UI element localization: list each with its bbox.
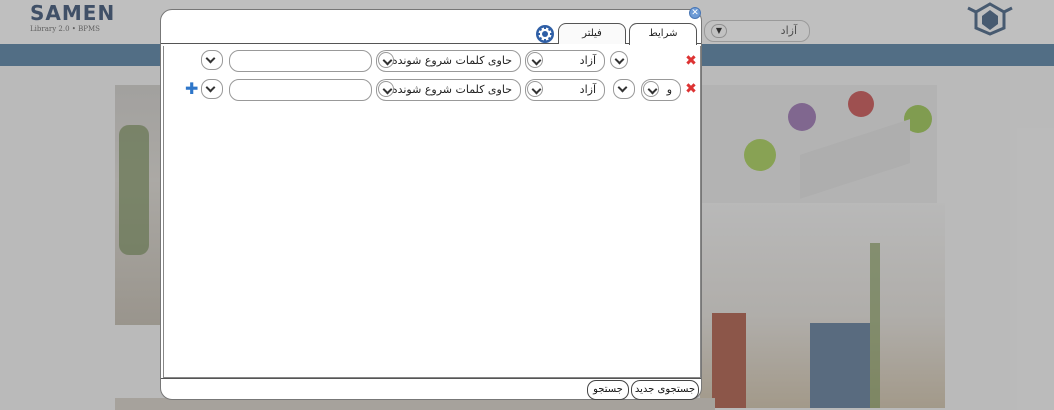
- advanced-search-dialog: شرایط فیلتر ✖ آزاد حاوی کلمات شروع شونده…: [160, 9, 702, 400]
- condition-row: ✖ آزاد حاوی کلمات شروع شونده با: [164, 50, 702, 74]
- value-options-select[interactable]: [201, 50, 223, 70]
- open-parenthesis-select[interactable]: [613, 79, 635, 99]
- chevron-down-icon: [527, 81, 543, 97]
- scope-select[interactable]: آزاد: [525, 50, 605, 72]
- condition-row: ✖ و آزاد حاوی کلمات شروع شونده با ✚: [164, 79, 702, 103]
- chevron-down-icon: [643, 81, 659, 97]
- scope-value: آزاد: [579, 54, 596, 67]
- operator-select[interactable]: حاوی کلمات شروع شونده با: [376, 50, 521, 72]
- operator-select[interactable]: حاوی کلمات شروع شونده با: [376, 79, 521, 101]
- value-options-select[interactable]: [201, 79, 223, 99]
- dialog-footer: جستجوی جدید جستجو: [161, 378, 701, 400]
- add-icon[interactable]: ✚: [185, 81, 198, 97]
- tab-conditions[interactable]: شرایط: [629, 23, 697, 45]
- scope-value: آزاد: [579, 83, 596, 96]
- close-icon[interactable]: ✕: [689, 7, 701, 19]
- field-select[interactable]: [610, 51, 628, 69]
- search-value-input[interactable]: [229, 50, 372, 72]
- new-search-button[interactable]: جستجوی جدید: [631, 380, 699, 400]
- chevron-down-icon: [527, 52, 543, 68]
- conditions-panel: ✖ آزاد حاوی کلمات شروع شونده با ✖ و آزاد…: [163, 46, 701, 378]
- dialog-tab-bar: شرایط فیلتر: [161, 10, 701, 45]
- gear-icon[interactable]: [535, 24, 555, 44]
- delete-icon[interactable]: ✖: [685, 54, 697, 68]
- logic-operator-value: و: [666, 83, 672, 96]
- chevron-down-icon: [378, 52, 394, 68]
- logic-operator-select[interactable]: و: [641, 79, 681, 101]
- operator-value: حاوی کلمات شروع شونده با: [381, 83, 512, 96]
- delete-icon[interactable]: ✖: [685, 82, 697, 96]
- scope-select[interactable]: آزاد: [525, 79, 605, 101]
- search-button[interactable]: جستجو: [587, 380, 629, 400]
- search-value-input[interactable]: [229, 79, 372, 101]
- tab-filter[interactable]: فیلتر: [558, 23, 626, 44]
- chevron-down-icon: [378, 81, 394, 97]
- operator-value: حاوی کلمات شروع شونده با: [381, 54, 512, 67]
